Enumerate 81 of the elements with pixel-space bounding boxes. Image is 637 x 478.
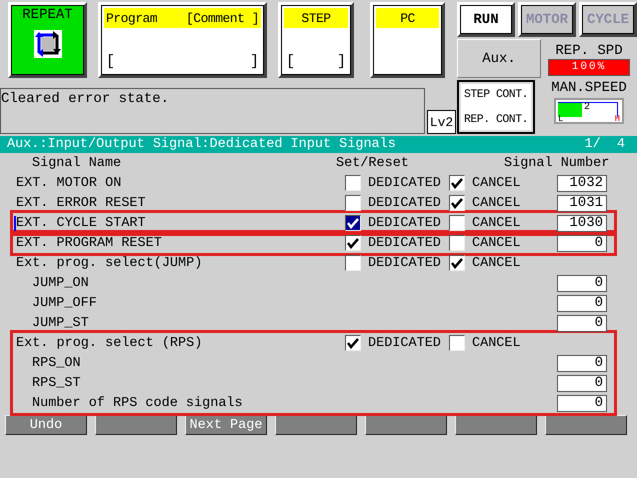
screen-title: Aux.:Input/Output Signal:Dedicated Input Signals — [7, 137, 396, 152]
checkbox[interactable] — [449, 215, 465, 231]
checkbox[interactable] — [449, 335, 465, 351]
level-indicator: Lv2 — [427, 110, 456, 134]
bracket: [ — [286, 53, 296, 70]
soft-key[interactable]: Undo — [5, 415, 87, 435]
checkbox[interactable] — [345, 215, 361, 231]
signal-number-field[interactable]: 0 — [557, 234, 607, 252]
soft-key[interactable]: Next Page — [185, 415, 267, 435]
signal-name: EXT. PROGRAM RESET — [16, 236, 163, 250]
signal-name: Ext. prog. select(JUMP) — [16, 256, 204, 270]
checkbox-label: DEDICATED — [367, 236, 442, 250]
page-counter: 1/ 4 — [584, 137, 625, 152]
checkbox-label: DEDICATED — [367, 176, 442, 190]
checkbox-label: DEDICATED — [367, 216, 442, 230]
column-header: Signal Name — [31, 156, 122, 170]
repeat-icon — [32, 29, 62, 59]
checkbox-label: CANCEL — [471, 256, 522, 270]
speed-label: MAN.SPEED — [551, 80, 627, 96]
checkbox[interactable] — [345, 235, 361, 251]
gauge-value: 2 — [584, 103, 590, 113]
checkbox[interactable] — [449, 255, 465, 271]
signal-name: EXT. MOTOR ON — [16, 176, 122, 190]
panel-title: STEP — [301, 10, 331, 26]
soft-key[interactable] — [365, 415, 447, 435]
checkbox-label: CANCEL — [471, 236, 522, 250]
signal-number-field[interactable]: 0 — [557, 314, 607, 332]
soft-key[interactable] — [95, 415, 177, 435]
checkbox[interactable] — [345, 255, 361, 271]
comment-label: [Comment ] — [186, 10, 259, 26]
cursor-bar — [14, 216, 16, 231]
mode-label: REPEAT — [22, 7, 73, 23]
signal-name: Number of RPS code signals — [32, 396, 244, 410]
signal-number-field[interactable]: 1032 — [557, 174, 607, 192]
speed-label: REP. SPD — [555, 43, 623, 59]
checkbox[interactable] — [449, 175, 465, 191]
bracket: [ — [106, 53, 116, 70]
message-box: Cleared error state. — [0, 88, 425, 134]
signal-number-field[interactable]: 0 — [557, 394, 607, 412]
bracket: ] — [336, 53, 346, 70]
checkbox[interactable] — [345, 175, 361, 191]
checkbox[interactable] — [449, 235, 465, 251]
checkbox-label: DEDICATED — [367, 196, 442, 210]
soft-key[interactable] — [275, 415, 357, 435]
soft-key[interactable] — [455, 415, 537, 435]
gauge-low-label: L — [558, 114, 564, 124]
panel-title: Program — [106, 10, 158, 26]
signal-name: RPS_ON — [32, 356, 82, 370]
checkbox[interactable] — [345, 335, 361, 351]
checkbox-label: CANCEL — [471, 336, 522, 350]
checkbox-label: CANCEL — [471, 196, 522, 210]
bracket: ] — [250, 53, 259, 70]
signal-name: JUMP_ST — [32, 316, 90, 330]
signal-number-field[interactable]: 0 — [557, 374, 607, 392]
signal-name: JUMP_ON — [32, 276, 90, 290]
signal-name: EXT. CYCLE START — [16, 216, 147, 230]
checkbox-label: DEDICATED — [367, 256, 442, 270]
status-button[interactable]: RUN — [457, 2, 515, 37]
column-header: Set/Reset — [336, 156, 410, 170]
signal-number-field[interactable]: 0 — [557, 294, 607, 312]
column-header: Signal Number — [504, 156, 610, 170]
checkbox[interactable] — [449, 195, 465, 211]
signal-name: RPS_ST — [32, 376, 82, 390]
checkbox[interactable] — [345, 195, 361, 211]
signal-number-field[interactable]: 1031 — [557, 194, 607, 212]
mode-tile[interactable]: REPEAT — [8, 2, 87, 78]
signal-number-field[interactable]: 0 — [557, 274, 607, 292]
speed-value: 100% — [548, 59, 630, 76]
signal-number-field[interactable]: 0 — [557, 354, 607, 372]
soft-key[interactable] — [545, 415, 627, 435]
panel-title: PC — [400, 10, 415, 26]
checkbox-label: CANCEL — [471, 176, 522, 190]
aux-button[interactable]: Aux. — [457, 39, 541, 78]
signal-name: EXT. ERROR RESET — [16, 196, 147, 210]
gauge-high-label: H — [614, 114, 620, 124]
signal-number-field[interactable]: 1030 — [557, 214, 607, 232]
signal-name: Ext. prog. select (RPS) — [16, 336, 204, 350]
continue-mode-button[interactable]: STEP CONT. REP. CONT. — [457, 80, 535, 134]
checkbox-label: DEDICATED — [367, 336, 442, 350]
signal-name: JUMP_OFF — [32, 296, 98, 310]
checkbox-label: CANCEL — [471, 216, 522, 230]
